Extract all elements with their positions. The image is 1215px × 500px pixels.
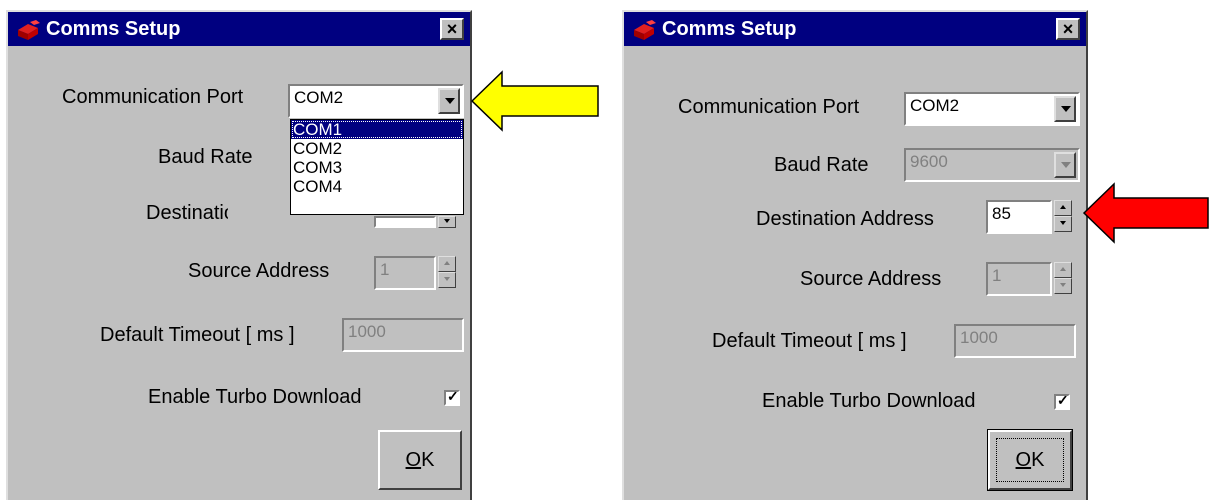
comm-port-value: COM2 — [910, 96, 960, 115]
baud-rate-label: Baud Rate — [158, 146, 253, 168]
baud-rate-value: 9600 — [910, 152, 948, 171]
source-address-label: Source Address — [800, 268, 942, 290]
turbo-download-checkbox[interactable]: ✓ — [1054, 392, 1070, 410]
dest-address-value: 85 — [992, 204, 1011, 223]
spin-up-button — [438, 256, 456, 272]
spin-up-button — [1054, 262, 1072, 278]
ok-button-label: OK — [405, 449, 435, 471]
dest-address-input[interactable]: 85 — [986, 200, 1052, 234]
dropdown-option-com4[interactable]: COM4 — [291, 177, 463, 196]
arrow-down-icon — [1060, 283, 1066, 287]
default-timeout-input: 1000 — [954, 324, 1076, 358]
close-button[interactable]: × — [1056, 18, 1080, 40]
arrow-up-icon — [444, 261, 450, 265]
comm-port-dropdown-button[interactable] — [1054, 96, 1076, 122]
arrow-up-icon — [1060, 267, 1066, 271]
arrow-up-icon — [1060, 205, 1066, 209]
comms-setup-dialog-right: Comms Setup × Communication Port COM2 Ba… — [622, 10, 1088, 500]
baud-rate-label: Baud Rate — [774, 154, 869, 176]
comm-port-value: COM2 — [294, 88, 344, 107]
title-bar[interactable]: Comms Setup × — [624, 12, 1086, 46]
dest-address-input[interactable] — [374, 216, 436, 228]
ok-button[interactable]: OK — [987, 429, 1073, 491]
dest-address-label: Destination Address — [756, 208, 934, 230]
red-arrow-icon — [1082, 182, 1209, 244]
default-timeout-value: 1000 — [960, 328, 998, 347]
default-timeout-value: 1000 — [348, 322, 386, 341]
source-address-value: 1 — [380, 260, 390, 279]
close-icon: × — [1062, 19, 1074, 39]
comm-port-label: Communication Port — [62, 86, 244, 108]
source-address-label: Source Address — [188, 260, 330, 282]
spin-down-button — [438, 272, 456, 288]
default-timeout-label: Default Timeout [ ms ] — [100, 324, 295, 346]
source-address-spinner — [438, 256, 456, 288]
spin-down-button[interactable] — [1054, 216, 1072, 232]
dropdown-option-com3[interactable]: COM3 — [291, 158, 463, 177]
turbo-download-checkbox[interactable]: ✓ — [444, 388, 460, 406]
spin-down-button[interactable] — [438, 216, 456, 228]
close-button[interactable]: × — [440, 18, 464, 40]
title-bar[interactable]: Comms Setup × — [8, 12, 470, 46]
source-address-spinner — [1054, 262, 1072, 294]
source-address-input: 1 — [374, 256, 436, 290]
source-address-input: 1 — [986, 262, 1052, 296]
baud-rate-dropdown-button — [1054, 152, 1076, 178]
dest-address-spinner[interactable] — [438, 216, 456, 230]
yellow-arrow-icon — [470, 70, 599, 132]
dropdown-option-com2[interactable]: COM2 — [291, 139, 463, 158]
turbo-download-label: Enable Turbo Download — [762, 390, 976, 412]
spin-down-button — [1054, 278, 1072, 294]
app-icon — [634, 20, 656, 40]
comm-port-label: Communication Port — [678, 96, 860, 118]
arrow-down-icon — [444, 277, 450, 281]
dialog-title: Comms Setup — [46, 18, 181, 40]
turbo-download-label: Enable Turbo Download — [148, 386, 362, 408]
arrow-down-icon — [1060, 221, 1066, 225]
ok-button[interactable]: OK — [378, 430, 462, 490]
app-icon — [18, 20, 40, 40]
comms-setup-dialog-left: Comms Setup × Communication Port COM2 CO… — [6, 10, 472, 500]
comm-port-dropdown-button[interactable] — [438, 88, 460, 114]
chevron-down-icon — [1061, 106, 1071, 112]
dest-address-spinner[interactable] — [1054, 200, 1072, 232]
spin-up-button[interactable] — [1054, 200, 1072, 216]
chevron-down-icon — [1061, 162, 1071, 168]
chevron-down-icon — [445, 98, 455, 104]
focus-rect — [996, 438, 1064, 482]
source-address-value: 1 — [992, 266, 1002, 285]
default-timeout-label: Default Timeout [ ms ] — [712, 330, 907, 352]
dropdown-option-com1[interactable]: COM1 — [291, 120, 463, 139]
comm-port-dropdown-list[interactable]: COM1 COM2 COM3 COM4 — [290, 119, 464, 215]
close-icon: × — [446, 19, 458, 39]
default-timeout-input: 1000 — [342, 318, 464, 352]
checkmark-icon: ✓ — [447, 388, 459, 404]
arrow-down-icon — [444, 219, 450, 223]
checkmark-icon: ✓ — [1057, 392, 1069, 408]
dialog-title: Comms Setup — [662, 18, 797, 40]
